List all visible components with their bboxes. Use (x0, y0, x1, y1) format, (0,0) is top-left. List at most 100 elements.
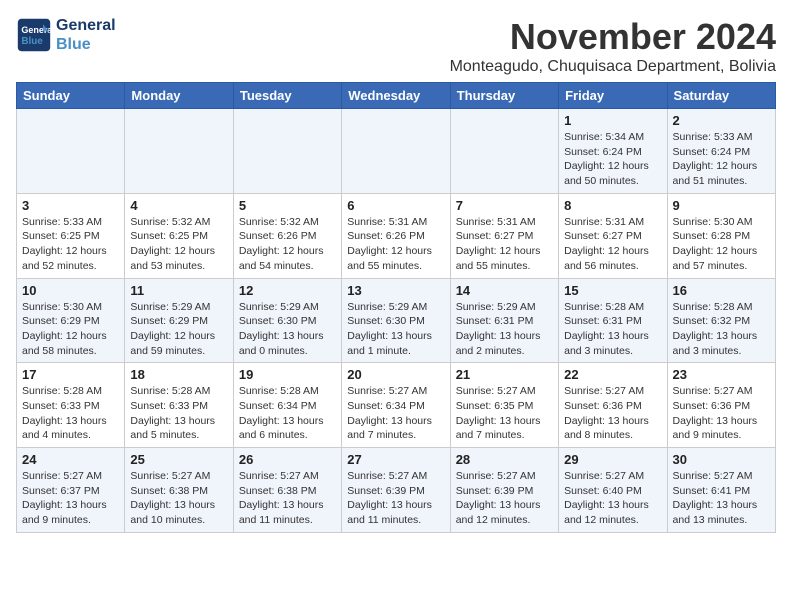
day-info: Sunrise: 5:27 AM Sunset: 6:38 PM Dayligh… (130, 469, 227, 528)
calendar-cell: 17 Sunrise: 5:28 AM Sunset: 6:33 PM Dayli… (17, 363, 125, 448)
day-info: Sunrise: 5:34 AM Sunset: 6:24 PM Dayligh… (564, 130, 661, 189)
day-number: 1 (564, 113, 661, 128)
page-container: General Blue General Blue November 2024 … (16, 16, 776, 533)
day-info: Sunrise: 5:32 AM Sunset: 6:26 PM Dayligh… (239, 215, 336, 274)
weekday-tuesday: Tuesday (233, 83, 341, 109)
calendar-cell: 2 Sunrise: 5:33 AM Sunset: 6:24 PM Daylig… (667, 109, 775, 194)
calendar-cell: 7 Sunrise: 5:31 AM Sunset: 6:27 PM Daylig… (450, 193, 558, 278)
calendar-cell (342, 109, 450, 194)
day-number: 7 (456, 198, 553, 213)
day-number: 29 (564, 452, 661, 467)
day-number: 8 (564, 198, 661, 213)
day-info: Sunrise: 5:32 AM Sunset: 6:25 PM Dayligh… (130, 215, 227, 274)
calendar-cell: 22Sunrise: 5:27 AM Sunset: 6:36 PM Dayli… (559, 363, 667, 448)
calendar-cell: 21 Sunrise: 5:27 AM Sunset: 6:35 PM Dayli… (450, 363, 558, 448)
day-info: Sunrise: 5:28 AM Sunset: 6:31 PM Dayligh… (564, 300, 661, 359)
day-number: 23 (673, 367, 770, 382)
day-info: Sunrise: 5:27 AM Sunset: 6:38 PM Dayligh… (239, 469, 336, 528)
svg-text:Blue: Blue (21, 36, 43, 47)
weekday-wednesday: Wednesday (342, 83, 450, 109)
calendar-week-2: 10Sunrise: 5:30 AM Sunset: 6:29 PM Dayli… (17, 278, 776, 363)
day-number: 6 (347, 198, 444, 213)
day-info: Sunrise: 5:33 AM Sunset: 6:24 PM Dayligh… (673, 130, 770, 189)
location-title: Monteagudo, Chuquisaca Department, Boliv… (450, 58, 776, 76)
day-info: Sunrise: 5:27 AM Sunset: 6:41 PM Dayligh… (673, 469, 770, 528)
day-number: 27 (347, 452, 444, 467)
calendar-cell: 6 Sunrise: 5:31 AM Sunset: 6:26 PM Daylig… (342, 193, 450, 278)
day-number: 26 (239, 452, 336, 467)
calendar-cell: 28 Sunrise: 5:27 AM Sunset: 6:39 PM Dayli… (450, 448, 558, 533)
calendar-cell: 10Sunrise: 5:30 AM Sunset: 6:29 PM Dayli… (17, 278, 125, 363)
day-number: 16 (673, 283, 770, 298)
calendar-cell (233, 109, 341, 194)
calendar-cell: 15Sunrise: 5:28 AM Sunset: 6:31 PM Dayli… (559, 278, 667, 363)
day-info: Sunrise: 5:27 AM Sunset: 6:39 PM Dayligh… (347, 469, 444, 528)
calendar-cell: 12 Sunrise: 5:29 AM Sunset: 6:30 PM Dayli… (233, 278, 341, 363)
day-number: 17 (22, 367, 119, 382)
day-info: Sunrise: 5:27 AM Sunset: 6:34 PM Dayligh… (347, 384, 444, 443)
day-info: Sunrise: 5:27 AM Sunset: 6:39 PM Dayligh… (456, 469, 553, 528)
day-number: 22 (564, 367, 661, 382)
logo: General Blue General Blue (16, 16, 116, 54)
day-number: 11 (130, 283, 227, 298)
calendar-cell: 25 Sunrise: 5:27 AM Sunset: 6:38 PM Dayli… (125, 448, 233, 533)
day-info: Sunrise: 5:27 AM Sunset: 6:35 PM Dayligh… (456, 384, 553, 443)
calendar-cell: 26 Sunrise: 5:27 AM Sunset: 6:38 PM Dayli… (233, 448, 341, 533)
day-info: Sunrise: 5:27 AM Sunset: 6:37 PM Dayligh… (22, 469, 119, 528)
day-info: Sunrise: 5:30 AM Sunset: 6:29 PM Dayligh… (22, 300, 119, 359)
calendar-cell: 3 Sunrise: 5:33 AM Sunset: 6:25 PM Daylig… (17, 193, 125, 278)
calendar-cell: 27 Sunrise: 5:27 AM Sunset: 6:39 PM Dayli… (342, 448, 450, 533)
month-title: November 2024 (450, 16, 776, 58)
calendar-cell: 9 Sunrise: 5:30 AM Sunset: 6:28 PM Daylig… (667, 193, 775, 278)
weekday-saturday: Saturday (667, 83, 775, 109)
day-number: 24 (22, 452, 119, 467)
day-info: Sunrise: 5:31 AM Sunset: 6:26 PM Dayligh… (347, 215, 444, 274)
day-number: 2 (673, 113, 770, 128)
day-info: Sunrise: 5:28 AM Sunset: 6:33 PM Dayligh… (22, 384, 119, 443)
day-info: Sunrise: 5:27 AM Sunset: 6:36 PM Dayligh… (673, 384, 770, 443)
calendar-cell: 1 Sunrise: 5:34 AM Sunset: 6:24 PM Daylig… (559, 109, 667, 194)
day-info: Sunrise: 5:31 AM Sunset: 6:27 PM Dayligh… (456, 215, 553, 274)
day-info: Sunrise: 5:29 AM Sunset: 6:30 PM Dayligh… (239, 300, 336, 359)
day-number: 9 (673, 198, 770, 213)
day-info: Sunrise: 5:33 AM Sunset: 6:25 PM Dayligh… (22, 215, 119, 274)
calendar-week-3: 17 Sunrise: 5:28 AM Sunset: 6:33 PM Dayli… (17, 363, 776, 448)
calendar-cell: 8Sunrise: 5:31 AM Sunset: 6:27 PM Daylig… (559, 193, 667, 278)
calendar-cell: 20 Sunrise: 5:27 AM Sunset: 6:34 PM Dayli… (342, 363, 450, 448)
calendar-week-1: 3 Sunrise: 5:33 AM Sunset: 6:25 PM Daylig… (17, 193, 776, 278)
weekday-friday: Friday (559, 83, 667, 109)
calendar-cell: 4Sunrise: 5:32 AM Sunset: 6:25 PM Daylig… (125, 193, 233, 278)
day-number: 12 (239, 283, 336, 298)
day-number: 14 (456, 283, 553, 298)
title-block: November 2024 Monteagudo, Chuquisaca Dep… (450, 16, 776, 76)
day-info: Sunrise: 5:28 AM Sunset: 6:32 PM Dayligh… (673, 300, 770, 359)
weekday-monday: Monday (125, 83, 233, 109)
header: General Blue General Blue November 2024 … (16, 16, 776, 76)
logo-blue: Blue (56, 35, 116, 54)
day-info: Sunrise: 5:27 AM Sunset: 6:40 PM Dayligh… (564, 469, 661, 528)
day-number: 21 (456, 367, 553, 382)
day-number: 28 (456, 452, 553, 467)
day-number: 18 (130, 367, 227, 382)
day-number: 13 (347, 283, 444, 298)
day-number: 5 (239, 198, 336, 213)
day-info: Sunrise: 5:28 AM Sunset: 6:34 PM Dayligh… (239, 384, 336, 443)
weekday-thursday: Thursday (450, 83, 558, 109)
day-number: 30 (673, 452, 770, 467)
calendar-cell (125, 109, 233, 194)
day-number: 3 (22, 198, 119, 213)
day-info: Sunrise: 5:30 AM Sunset: 6:28 PM Dayligh… (673, 215, 770, 274)
logo-text: General Blue (56, 16, 116, 54)
calendar-cell: 16 Sunrise: 5:28 AM Sunset: 6:32 PM Dayli… (667, 278, 775, 363)
day-number: 25 (130, 452, 227, 467)
calendar-cell (450, 109, 558, 194)
calendar-cell: 24 Sunrise: 5:27 AM Sunset: 6:37 PM Dayli… (17, 448, 125, 533)
day-info: Sunrise: 5:29 AM Sunset: 6:30 PM Dayligh… (347, 300, 444, 359)
calendar-cell: 11Sunrise: 5:29 AM Sunset: 6:29 PM Dayli… (125, 278, 233, 363)
calendar-cell: 19Sunrise: 5:28 AM Sunset: 6:34 PM Dayli… (233, 363, 341, 448)
calendar-cell: 5 Sunrise: 5:32 AM Sunset: 6:26 PM Daylig… (233, 193, 341, 278)
logo-icon: General Blue (16, 17, 52, 53)
calendar-cell: 13 Sunrise: 5:29 AM Sunset: 6:30 PM Dayli… (342, 278, 450, 363)
day-number: 20 (347, 367, 444, 382)
calendar-cell: 23 Sunrise: 5:27 AM Sunset: 6:36 PM Dayli… (667, 363, 775, 448)
